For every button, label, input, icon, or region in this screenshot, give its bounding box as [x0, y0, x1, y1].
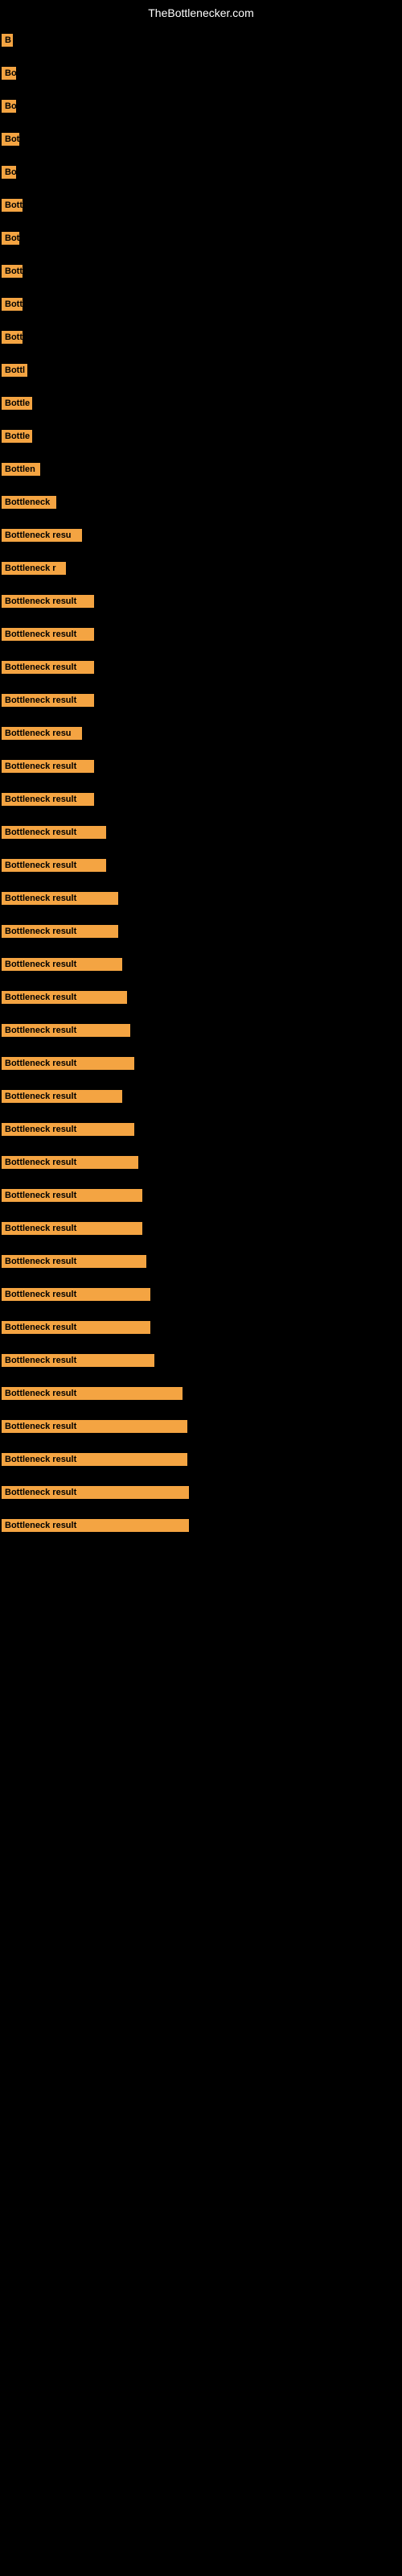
list-item: Bottleneck result	[0, 689, 402, 716]
list-item: Bottleneck	[0, 491, 402, 518]
bottleneck-label: Bottleneck result	[2, 1387, 183, 1400]
bottleneck-label: Bottleneck result	[2, 1090, 122, 1103]
list-item: Bottleneck result	[0, 1415, 402, 1442]
list-item: Bottleneck result	[0, 656, 402, 683]
list-item: Bottleneck result	[0, 1448, 402, 1475]
list-item: Bott	[0, 326, 402, 353]
bottleneck-label: Bottleneck result	[2, 1024, 130, 1037]
list-item: Bottleneck result	[0, 1316, 402, 1343]
bottleneck-label: Bo	[2, 100, 16, 113]
list-item: Bo	[0, 161, 402, 188]
bottleneck-label: Bottleneck result	[2, 1519, 189, 1532]
list-item: Bo	[0, 95, 402, 122]
bottleneck-label: Bottleneck result	[2, 1123, 134, 1136]
bottleneck-label: Bottleneck result	[2, 793, 94, 806]
list-item: Bottleneck result	[0, 1283, 402, 1310]
bottleneck-label: Bottleneck result	[2, 1453, 187, 1466]
list-item: Bottleneck r	[0, 557, 402, 584]
list-item: Bottleneck result	[0, 1019, 402, 1046]
bottleneck-label: Bottleneck result	[2, 1255, 146, 1268]
list-item: Bottleneck result	[0, 1052, 402, 1079]
bottleneck-label: Bottleneck result	[2, 958, 122, 971]
bottleneck-label: Bottleneck result	[2, 1321, 150, 1334]
list-item: Bottleneck result	[0, 920, 402, 947]
bottleneck-label: Bottleneck result	[2, 1486, 189, 1499]
list-item: Bo	[0, 62, 402, 89]
list-item: Bottleneck result	[0, 1250, 402, 1277]
bottleneck-label: Bottleneck result	[2, 1420, 187, 1433]
bottleneck-list: B Bo Bo Bot Bo Bott Bot Bott Bott Bott Bottl Bottle…	[0, 29, 402, 1541]
bottleneck-label: Bottleneck result	[2, 595, 94, 608]
bottleneck-label: Bottleneck	[2, 496, 56, 509]
bottleneck-label: Bottleneck result	[2, 991, 127, 1004]
bottleneck-label: Bottleneck resu	[2, 529, 82, 542]
list-item: Bottleneck result	[0, 755, 402, 782]
bottleneck-label: Bottleneck result	[2, 1057, 134, 1070]
bottleneck-label: Bo	[2, 166, 16, 179]
list-item: Bottleneck result	[0, 1151, 402, 1178]
bottleneck-label: Bottleneck result	[2, 694, 94, 707]
list-item: Bottleneck result	[0, 1514, 402, 1541]
bottleneck-label: Bo	[2, 67, 16, 80]
site-title: TheBottlenecker.com	[0, 0, 402, 23]
list-item: Bottleneck result	[0, 1382, 402, 1409]
bottleneck-label: Bottleneck result	[2, 1222, 142, 1235]
bottleneck-label: Bottleneck result	[2, 1354, 154, 1367]
bottleneck-label: Bottleneck result	[2, 628, 94, 641]
bottleneck-label: Bottleneck result	[2, 859, 106, 872]
list-item: Bott	[0, 194, 402, 221]
bottleneck-label: Bottleneck result	[2, 760, 94, 773]
bottleneck-label: Bottle	[2, 430, 32, 443]
bottleneck-label: Bottlen	[2, 463, 40, 476]
bottleneck-label: Bottleneck result	[2, 826, 106, 839]
bottleneck-label: Bottleneck result	[2, 1189, 142, 1202]
bottleneck-label: Bottleneck r	[2, 562, 66, 575]
bottleneck-label: Bottleneck result	[2, 1156, 138, 1169]
list-item: Bottleneck result	[0, 986, 402, 1013]
list-item: Bottleneck result	[0, 1481, 402, 1508]
list-item: Bottle	[0, 425, 402, 452]
list-item: Bottleneck result	[0, 1184, 402, 1211]
bottleneck-label: Bottleneck result	[2, 892, 118, 905]
list-item: Bottlen	[0, 458, 402, 485]
bottleneck-label: Bottleneck result	[2, 1288, 150, 1301]
list-item: Bottleneck result	[0, 821, 402, 848]
bottleneck-label: Bottl	[2, 364, 27, 377]
bottleneck-label: B	[2, 34, 13, 47]
list-item: Bottle	[0, 392, 402, 419]
page-container: TheBottlenecker.com B Bo Bo Bot Bo Bott Bot Bot…	[0, 0, 402, 1579]
list-item: Bottleneck result	[0, 854, 402, 881]
list-item: Bot	[0, 227, 402, 254]
list-item: Bott	[0, 293, 402, 320]
list-item: Bottleneck result	[0, 788, 402, 815]
list-item: Bottleneck resu	[0, 524, 402, 551]
list-item: B	[0, 29, 402, 56]
bottleneck-label: Bottleneck result	[2, 661, 94, 674]
list-item: Bottleneck result	[0, 590, 402, 617]
list-item: Bottleneck result	[0, 1118, 402, 1145]
bottleneck-label: Bottle	[2, 397, 32, 410]
list-item: Bottleneck result	[0, 1349, 402, 1376]
bottleneck-label: Bott	[2, 331, 23, 344]
list-item: Bott	[0, 260, 402, 287]
bottleneck-label: Bott	[2, 265, 23, 278]
bottleneck-label: Bott	[2, 298, 23, 311]
list-item: Bottleneck result	[0, 1085, 402, 1112]
list-item: Bottleneck result	[0, 953, 402, 980]
bottleneck-label: Bot	[2, 232, 19, 245]
list-item: Bottleneck result	[0, 1217, 402, 1244]
bottleneck-label: Bot	[2, 133, 19, 146]
list-item: Bot	[0, 128, 402, 155]
list-item: Bottleneck result	[0, 887, 402, 914]
list-item: Bottleneck result	[0, 623, 402, 650]
bottleneck-label: Bottleneck resu	[2, 727, 82, 740]
list-item: Bottleneck resu	[0, 722, 402, 749]
bottleneck-label: Bottleneck result	[2, 925, 118, 938]
bottleneck-label: Bott	[2, 199, 23, 212]
list-item: Bottl	[0, 359, 402, 386]
